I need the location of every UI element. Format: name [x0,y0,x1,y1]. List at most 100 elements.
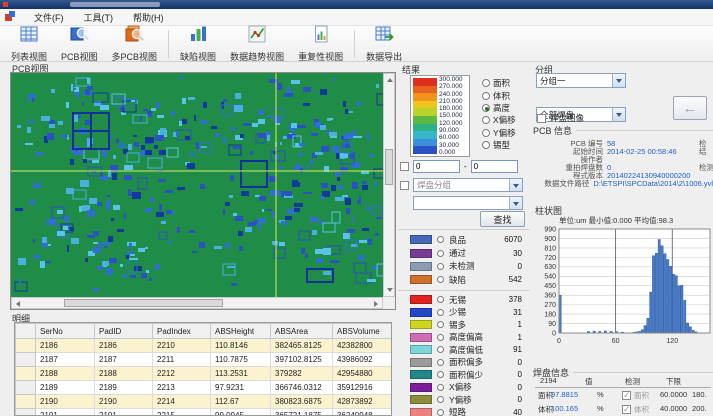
row-selector[interactable] [16,409,36,416]
pad-group-checkbox[interactable] [400,181,409,190]
range-filter-checkbox[interactable] [400,162,409,171]
status-item-面积偏多: 面积偏多0 [398,356,530,369]
radio-button[interactable] [482,141,490,149]
chevron-down-icon[interactable] [612,108,625,121]
col-check-header: 检测 [625,376,640,387]
status-label: X偏移 [449,381,472,393]
title-bar[interactable] [0,0,713,9]
menu-item-2[interactable]: 帮助(H) [131,10,166,25]
chevron-down-icon[interactable] [612,74,625,87]
status-item-Y偏移: Y偏移 0 [398,394,530,407]
radio-button[interactable] [437,396,444,403]
radio-button[interactable] [482,116,490,124]
pad-image-checkbox[interactable] [537,114,546,123]
status-color-swatch [410,333,432,342]
toolbar-button-6[interactable]: 重复性视图 [291,27,350,60]
divider [576,130,713,131]
row-selector[interactable] [16,381,36,395]
toolbar-button-5[interactable]: 数据趋势视图 [223,27,291,60]
toolbar-separator [354,30,355,58]
column-header-PadID[interactable]: PadID [95,324,153,339]
table-cell: 2211 [153,353,211,367]
pad-subgroup-select[interactable] [413,196,523,210]
column-header-SerNo[interactable]: SerNo [36,324,95,339]
radio-button[interactable] [437,409,444,416]
table-row[interactable]: 21912191221599.0945365721.187536240948 [16,409,392,416]
column-header-PadIndex[interactable]: PadIndex [153,324,211,339]
radio-button[interactable] [437,263,444,270]
row-selector[interactable] [16,367,36,381]
range-to-input[interactable] [471,160,518,173]
svg-text:720: 720 [544,255,556,262]
radio-button[interactable] [482,104,490,112]
scroll-right-icon[interactable] [374,301,378,307]
table-row[interactable]: 21892189221397.9231366746.031235912916 [16,381,392,395]
pcb-horizontal-scrollbar[interactable] [11,297,383,309]
table-row[interactable]: 219021902214112.67380823.687542873892 [16,395,392,409]
status-count: 0 [518,395,522,404]
colorbar-labels: 300.000270.000240.000210.000180.000150.0… [439,76,470,156]
search-button[interactable]: 查找 [480,211,525,227]
pad-group-value: 焊盘分组 [417,179,451,191]
radio-button[interactable] [437,250,444,257]
scroll-left-icon[interactable] [16,301,20,307]
radio-button[interactable] [437,276,444,283]
scroll-down-icon[interactable] [387,288,393,292]
toolbar-button-4[interactable]: 缺陷视图 [173,27,223,60]
radio-button[interactable] [482,129,490,137]
status-label: 通过 [449,247,466,259]
metric-label: X偏移 [493,114,516,126]
chevron-down-icon[interactable] [509,197,522,209]
toolbar-button-1[interactable]: 列表视图 [4,27,54,60]
menu-item-1[interactable]: 工具(T) [82,10,116,25]
toolbar-button-2[interactable]: PCB视图 [54,27,105,60]
scroll-up-icon[interactable] [387,78,393,82]
pad-group-select[interactable]: 焊盘分组 [413,178,523,192]
pad-lower-limit: 60.0000 [660,390,687,399]
back-button[interactable]: ← [673,96,707,120]
metric-label: 锡型 [493,139,510,151]
row-selector[interactable] [16,353,36,367]
radio-button[interactable] [482,92,490,100]
radio-button[interactable] [437,384,444,391]
group-select[interactable]: 分组一 [536,73,626,88]
column-header-ABSHeight[interactable]: ABSHeight [211,324,271,339]
pad-metric-checkbox[interactable] [622,391,631,402]
column-header-ABSVolume[interactable]: ABSVolume [333,324,392,339]
radio-button[interactable] [437,309,444,316]
menu-item-0[interactable]: 文件(F) [32,10,66,25]
range-from-input[interactable] [413,160,460,173]
radio-button[interactable] [437,236,444,243]
radio-button[interactable] [437,296,444,303]
scrollbar-thumb[interactable] [385,149,393,185]
status-count: 542 [509,275,522,284]
table-cell: 2187 [95,353,153,367]
pcb-vertical-scrollbar[interactable] [383,73,395,297]
status-count: 1 [518,320,522,329]
radio-button[interactable] [437,346,444,353]
chevron-down-icon[interactable] [509,179,522,191]
radio-button[interactable] [437,334,444,341]
status-label: Y偏移 [449,394,472,406]
status-count: 31 [513,308,522,317]
pcb-board-canvas[interactable] [11,73,383,297]
toolbar-button-3[interactable]: 多PCB视图 [105,27,165,60]
radio-button[interactable] [437,359,444,366]
table-row[interactable]: 218621862210110.8146382465.812542382800 [16,339,392,353]
table-row[interactable]: 218821882212113.253137928242954880 [16,367,392,381]
table-row[interactable]: 218721872211110.7875397102.812543986092 [16,353,392,367]
menu-bar: 文件(F) 工具(T) 帮助(H) [0,9,713,26]
scrollbar-thumb[interactable] [64,299,223,307]
row-selector[interactable] [16,339,36,353]
pad-metric-checkbox[interactable] [622,405,631,416]
toolbar-button-7[interactable]: 数据导出 [359,27,409,60]
radio-button[interactable] [437,321,444,328]
status-item-锡多: 锡多1 [398,319,530,332]
repeatability-view-icon [311,24,331,49]
radio-button[interactable] [482,79,490,87]
row-selector[interactable] [16,395,36,409]
radio-button[interactable] [437,371,444,378]
pad-group-row: 焊盘分组 [400,178,523,192]
column-header-ABSArea[interactable]: ABSArea [271,324,333,339]
status-label: 面积偏少 [449,369,483,381]
